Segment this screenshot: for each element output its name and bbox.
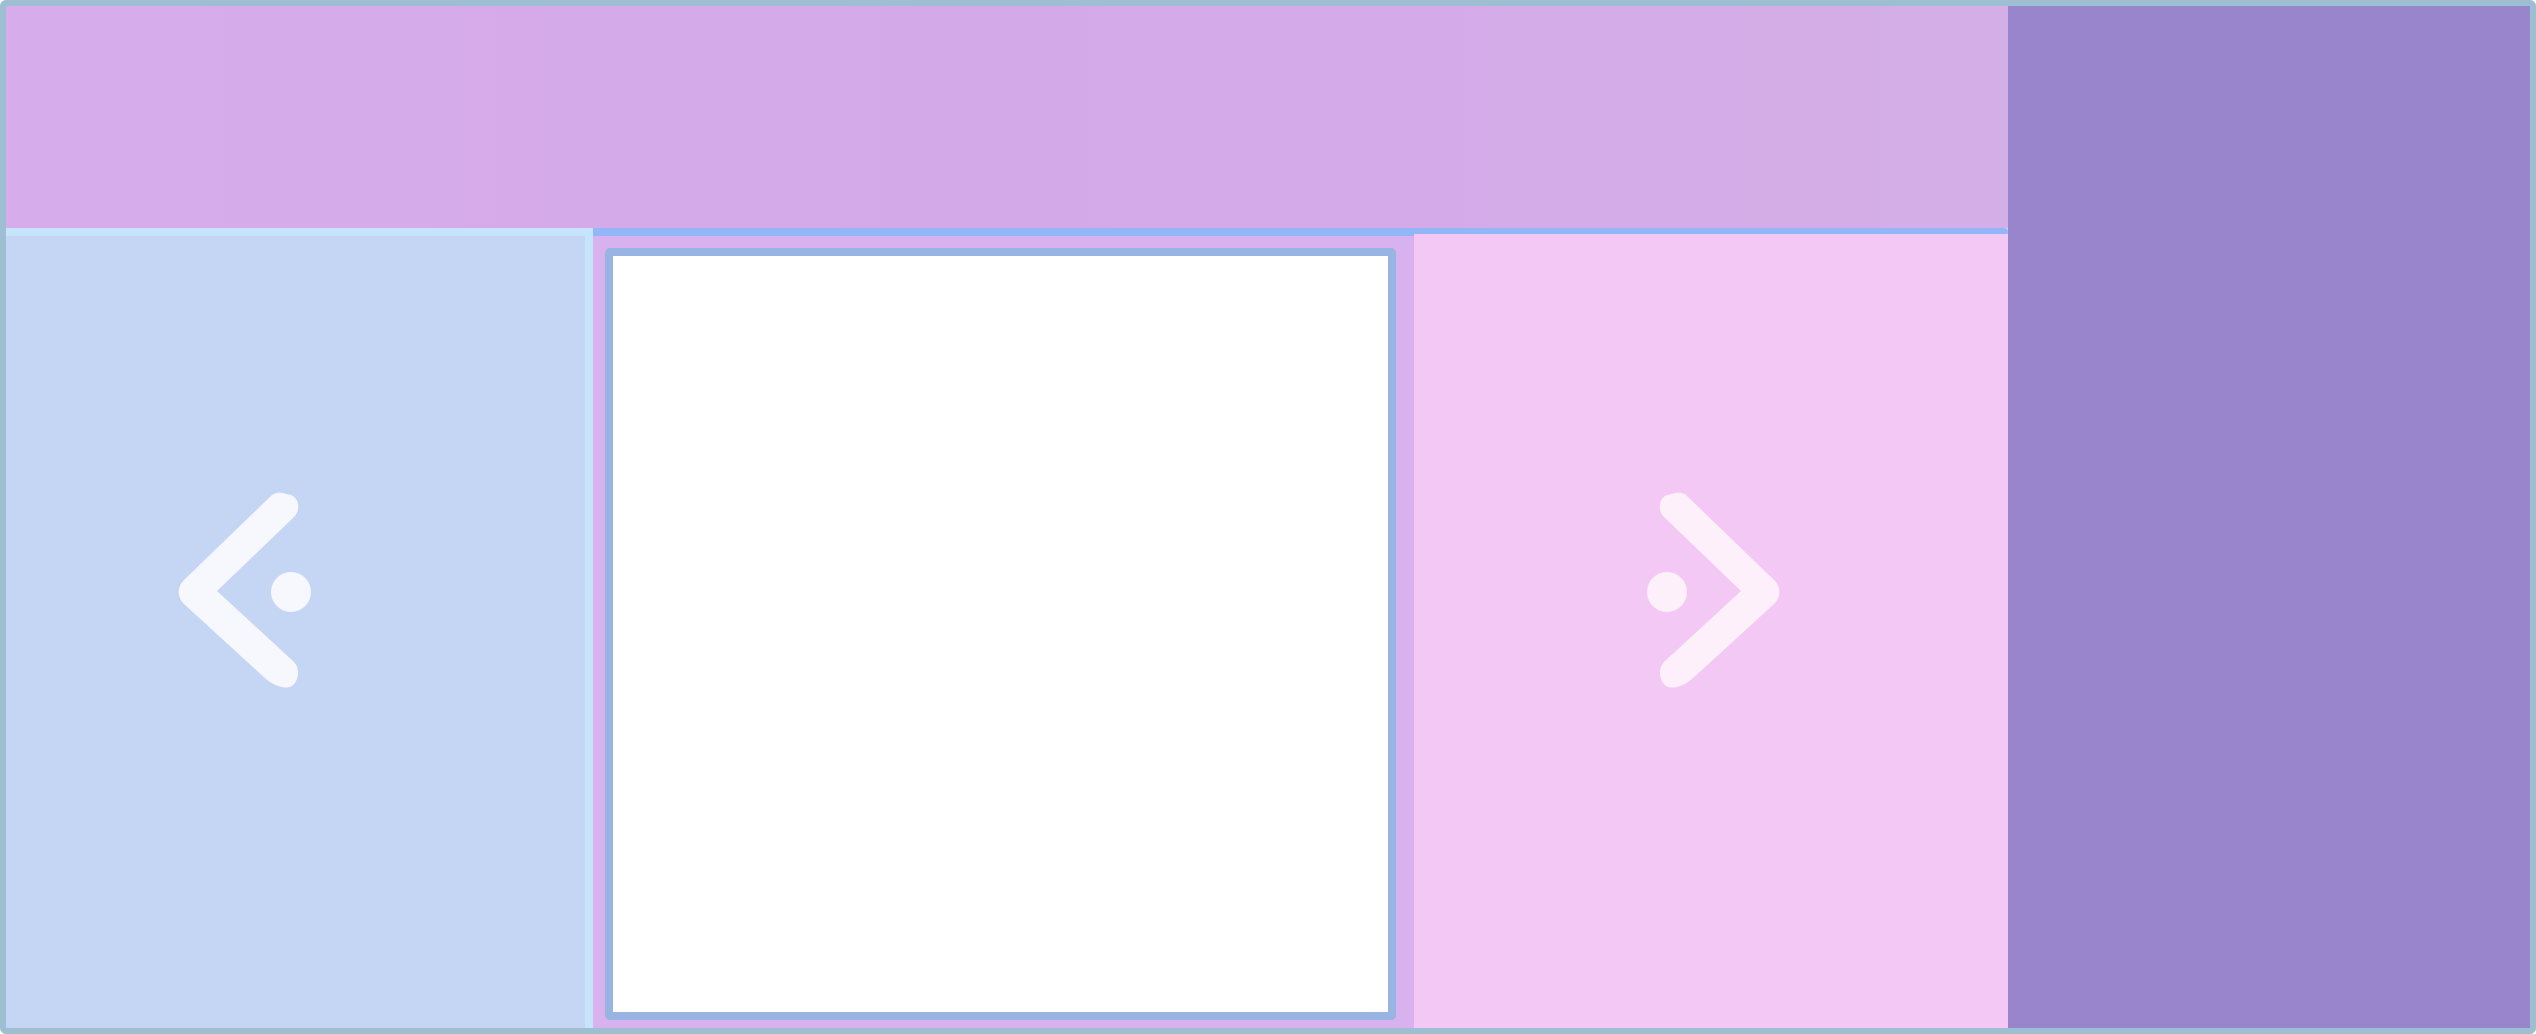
header-band (6, 6, 2008, 228)
side-panel (2008, 6, 2530, 1028)
next-button[interactable] (1592, 484, 1792, 764)
chevron-left-icon (178, 492, 311, 688)
carousel-slide[interactable] (605, 248, 1396, 1020)
left-divider-line (6, 228, 596, 236)
app-frame (0, 0, 2536, 1034)
chevron-right-icon (1647, 492, 1780, 688)
previous-button[interactable] (166, 484, 366, 764)
